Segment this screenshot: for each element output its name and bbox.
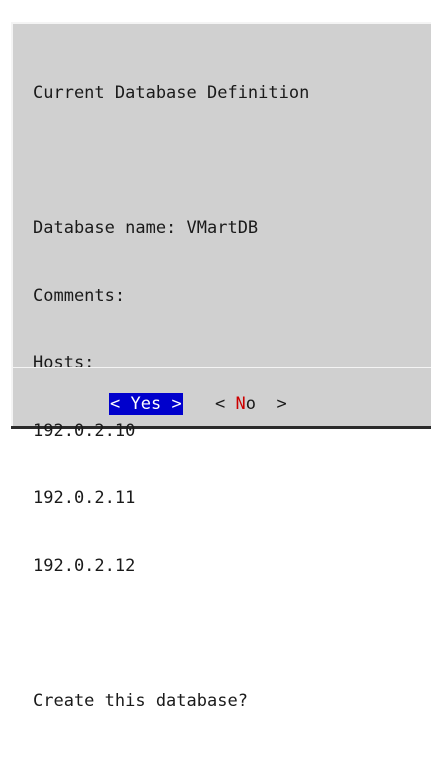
dialog-title: Current Database Definition bbox=[33, 83, 310, 103]
host-entry: 192.0.2.11 bbox=[33, 488, 136, 508]
yes-open-bracket: < bbox=[110, 394, 131, 414]
host-entry: 192.0.2.12 bbox=[33, 555, 136, 576]
yes-close-bracket: > bbox=[161, 394, 182, 414]
hosts-label: Hosts: bbox=[33, 353, 95, 373]
button-row: < Yes > < No > bbox=[11, 393, 431, 481]
no-label-rest: o bbox=[245, 394, 256, 414]
no-open-bracket: < bbox=[215, 394, 236, 414]
yes-hotkey: Y bbox=[130, 394, 141, 414]
yes-label-rest: es bbox=[140, 394, 162, 414]
confirm-question: Create this database? bbox=[33, 690, 248, 711]
button-separator bbox=[11, 367, 431, 368]
dialog-top-border bbox=[11, 22, 431, 24]
no-hotkey: N bbox=[235, 394, 246, 414]
database-name-line: Database name: VMartDB bbox=[33, 218, 259, 238]
no-close-bracket: > bbox=[255, 394, 287, 414]
comments-line: Comments: bbox=[33, 285, 126, 306]
yes-button[interactable]: < Yes > bbox=[109, 393, 183, 415]
no-button[interactable]: < No > bbox=[215, 393, 287, 415]
confirm-dialog: Current Database Definition Database nam… bbox=[11, 22, 431, 711]
